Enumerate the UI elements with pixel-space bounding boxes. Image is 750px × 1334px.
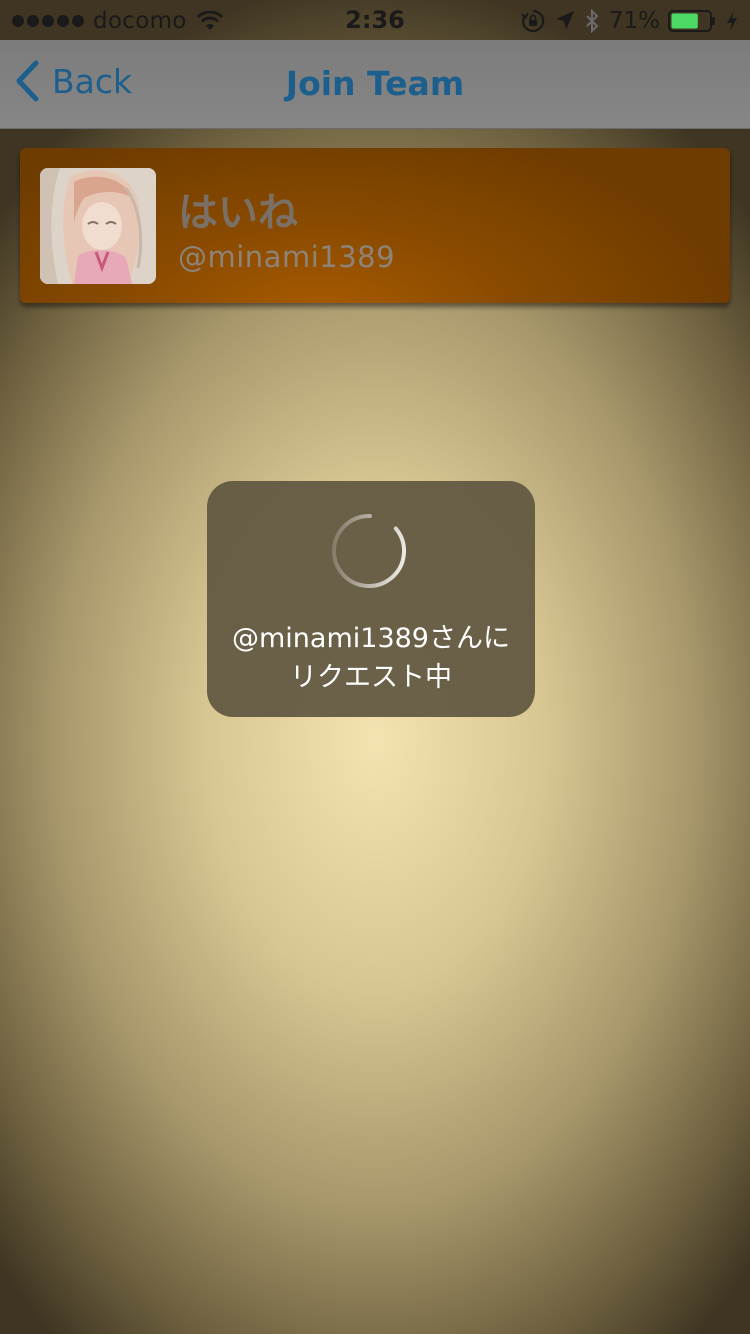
bluetooth-icon xyxy=(586,9,599,33)
battery-icon xyxy=(668,10,715,32)
loading-message: @minami1389さんに リクエスト中 xyxy=(207,619,535,697)
avatar-image xyxy=(40,168,156,284)
user-display-name: はいね xyxy=(178,190,298,236)
page-title: Join Team xyxy=(285,64,465,103)
battery-percent: 71% xyxy=(608,8,660,34)
charging-bolt-icon xyxy=(727,11,737,31)
user-handle: @minami1389 xyxy=(178,240,396,274)
avatar xyxy=(40,168,156,284)
location-arrow-icon xyxy=(555,11,574,30)
loading-message-line1: @minami1389さんに xyxy=(232,623,510,654)
spinner-icon xyxy=(332,514,406,588)
status-right: 71% xyxy=(521,6,738,36)
navigation-bar: Back Join Team xyxy=(0,40,750,129)
screen: docomo 2:36 71% Back Join Team はいね @mina… xyxy=(0,0,750,1334)
user-card[interactable]: はいね @minami1389 xyxy=(20,148,730,303)
loading-message-line2: リクエスト中 xyxy=(290,662,452,693)
status-bar: docomo 2:36 71% xyxy=(0,0,750,40)
loading-overlay: @minami1389さんに リクエスト中 xyxy=(207,481,535,717)
orientation-lock-icon xyxy=(521,9,545,33)
